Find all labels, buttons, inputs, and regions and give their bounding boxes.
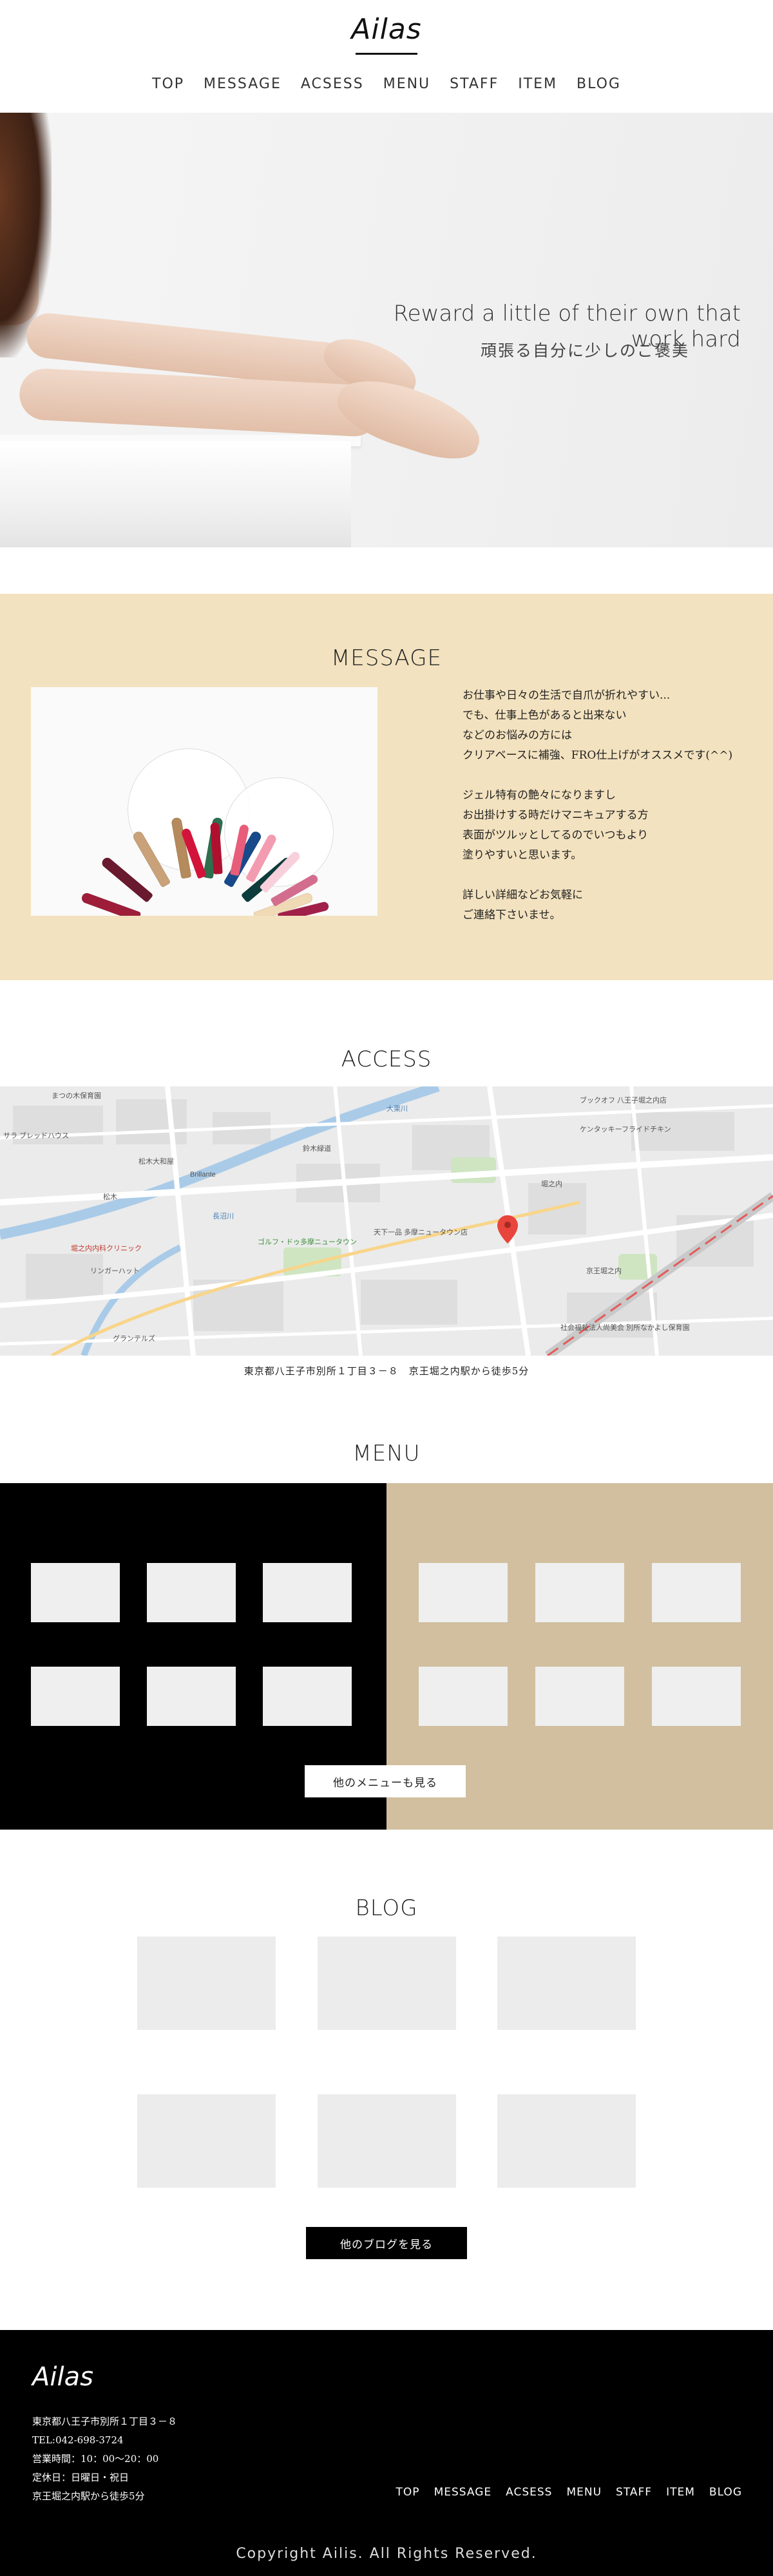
- map-label: 天下一品 多摩ニュータウン店: [374, 1227, 468, 1236]
- footer-logo[interactable]: Ailas: [32, 2362, 93, 2392]
- map-label: 社会福祉法人尚美会 別所なかよし保育園: [560, 1323, 690, 1332]
- site-header: Ailas TOP MESSAGE ACSESS MENU STAFF ITEM…: [0, 0, 773, 113]
- menu-item-card[interactable]: [535, 1667, 624, 1726]
- blog-title: BLOG: [355, 1895, 418, 1921]
- copyright: Copyright Ailis. All Rights Reserved.: [236, 2546, 537, 2562]
- footer-directions: 京王堀之内駅から徒歩5分: [32, 2490, 145, 2502]
- menu-item-card[interactable]: [147, 1563, 236, 1622]
- nav-top[interactable]: TOP: [152, 76, 184, 92]
- map-label: 松木: [103, 1192, 117, 1201]
- menu-item-card[interactable]: [263, 1563, 352, 1622]
- map-label: 京王堀之内: [586, 1266, 622, 1275]
- message-line: 塗りやすいと思います。: [463, 849, 582, 862]
- nav-message[interactable]: MESSAGE: [204, 76, 282, 92]
- main-nav: TOP MESSAGE ACSESS MENU STAFF ITEM BLOG: [0, 76, 773, 92]
- map-label: グランテルズ: [113, 1334, 155, 1343]
- menu-item-card[interactable]: [31, 1563, 120, 1622]
- site-footer: Ailas 東京都八王子市別所１丁目３－８ TEL:042-698-3724 営…: [0, 2330, 773, 2576]
- blog-post-card[interactable]: [497, 2094, 636, 2188]
- footer-nav-blog[interactable]: BLOG: [709, 2486, 742, 2499]
- footer-hours: 営業時間：10：00〜20：00: [32, 2453, 159, 2465]
- footer-nav-access[interactable]: ACSESS: [506, 2486, 552, 2499]
- nav-blog[interactable]: BLOG: [577, 76, 621, 92]
- menu-item-card[interactable]: [535, 1563, 624, 1622]
- nail-samples-image: [31, 687, 377, 916]
- footer-nav-menu[interactable]: MENU: [566, 2486, 602, 2499]
- nav-menu[interactable]: MENU: [383, 76, 430, 92]
- nav-staff[interactable]: STAFF: [450, 76, 499, 92]
- footer-nav-top[interactable]: TOP: [396, 2486, 420, 2499]
- footer-nav-message[interactable]: MESSAGE: [434, 2486, 492, 2499]
- message-line: クリアベースに補強、FRO仕上げがオススメです(^^): [463, 749, 733, 762]
- map-label: 鈴木緑道: [303, 1144, 331, 1153]
- message-line: などのお悩みの方には: [463, 729, 572, 742]
- map-label: サラ ブレッドハウス: [3, 1131, 69, 1140]
- site-logo[interactable]: Ailas: [0, 13, 773, 46]
- map-label: 大栗川: [386, 1104, 408, 1113]
- menu-item-card[interactable]: [652, 1667, 741, 1726]
- menu-item-card[interactable]: [31, 1667, 120, 1726]
- footer-address: 東京都八王子市別所１丁目３－８: [32, 2416, 178, 2427]
- hero-banner: Reward a little of their own that work h…: [0, 113, 773, 547]
- menu-title: MENU: [352, 1441, 421, 1466]
- menu-item-card[interactable]: [419, 1563, 508, 1622]
- message-section: MESSAGE お仕事や日々の生活で自爪が折れやすい... でも、仕事上色がある…: [0, 594, 773, 980]
- message-line: 表面がツルッとしてるのでいつもより: [463, 829, 649, 842]
- nail-tip: [100, 855, 154, 904]
- more-blog-button[interactable]: 他のブログを見る: [306, 2227, 467, 2259]
- hero-subtitle: 頑張る自分に少しのご褒美: [480, 341, 689, 360]
- message-line: お出掛けする時だけマニキュアする方: [463, 809, 649, 822]
- map-label: ブックオフ 八王子堀之内店: [580, 1095, 667, 1104]
- map-label: 長沼川: [213, 1211, 234, 1220]
- map-label: Brillante: [190, 1171, 216, 1179]
- blog-post-card[interactable]: [497, 1937, 636, 2030]
- message-line: ジェル特有の艶々になりますし: [463, 789, 616, 802]
- map-label: まつの木保育園: [52, 1091, 101, 1100]
- nav-access[interactable]: ACSESS: [301, 76, 364, 92]
- menu-item-card[interactable]: [652, 1563, 741, 1622]
- access-title: ACCESS: [341, 1046, 432, 1072]
- logo-underline: [356, 53, 417, 55]
- blog-post-card[interactable]: [137, 1937, 276, 2030]
- message-line: でも、仕事上色があると出来ない: [463, 709, 627, 722]
- blog-post-card[interactable]: [318, 1937, 456, 2030]
- menu-item-card[interactable]: [419, 1667, 508, 1726]
- message-title: MESSAGE: [330, 645, 443, 671]
- footer-phone: TEL:042-698-3724: [32, 2434, 124, 2446]
- menu-item-card[interactable]: [263, 1667, 352, 1726]
- message-text: お仕事や日々の生活で自爪が折れやすい... でも、仕事上色があると出来ない など…: [463, 686, 746, 925]
- map-label: リンガーハット: [90, 1267, 140, 1275]
- message-line: 詳しい詳細などお気軽に: [463, 889, 583, 902]
- nail-tip: [80, 891, 142, 916]
- more-menu-button[interactable]: 他のメニューも見る: [305, 1765, 466, 1797]
- map-label: ケンタッキーフライドチキン: [580, 1125, 671, 1133]
- footer-nav-item[interactable]: ITEM: [666, 2486, 695, 2499]
- hero-pedestal: [0, 441, 351, 547]
- map-label: ゴルフ・ドゥ多摩ニュータウン: [258, 1237, 357, 1246]
- footer-info: 東京都八王子市別所１丁目３－８ TEL:042-698-3724 営業時間：10…: [32, 2412, 177, 2506]
- map-label: 松木大和屋: [138, 1157, 174, 1166]
- message-line: ご連絡下さいませ。: [463, 909, 561, 922]
- footer-nav: TOP MESSAGE ACSESS MENU STAFF ITEM BLOG: [396, 2486, 742, 2499]
- map-label: 堀之内: [541, 1179, 562, 1188]
- access-map[interactable]: まつの木保育園 サラ ブレッドハウス 松木 Brillante 松木大和屋 鈴木…: [0, 1086, 773, 1356]
- menu-item-card[interactable]: [147, 1667, 236, 1726]
- footer-holidays: 定休日：日曜日・祝日: [32, 2472, 129, 2483]
- footer-nav-staff[interactable]: STAFF: [616, 2486, 652, 2499]
- map-graphic: まつの木保育園 サラ ブレッドハウス 松木 Brillante 松木大和屋 鈴木…: [0, 1086, 773, 1356]
- access-address: 東京都八王子市別所１丁目３－８ 京王堀之内駅から徒歩5分: [243, 1365, 530, 1377]
- map-label: 堀之内内科クリニック: [71, 1244, 142, 1253]
- blog-post-card[interactable]: [318, 2094, 456, 2188]
- nav-item[interactable]: ITEM: [518, 76, 557, 92]
- message-line: お仕事や日々の生活で自爪が折れやすい...: [463, 689, 671, 702]
- blog-post-card[interactable]: [137, 2094, 276, 2188]
